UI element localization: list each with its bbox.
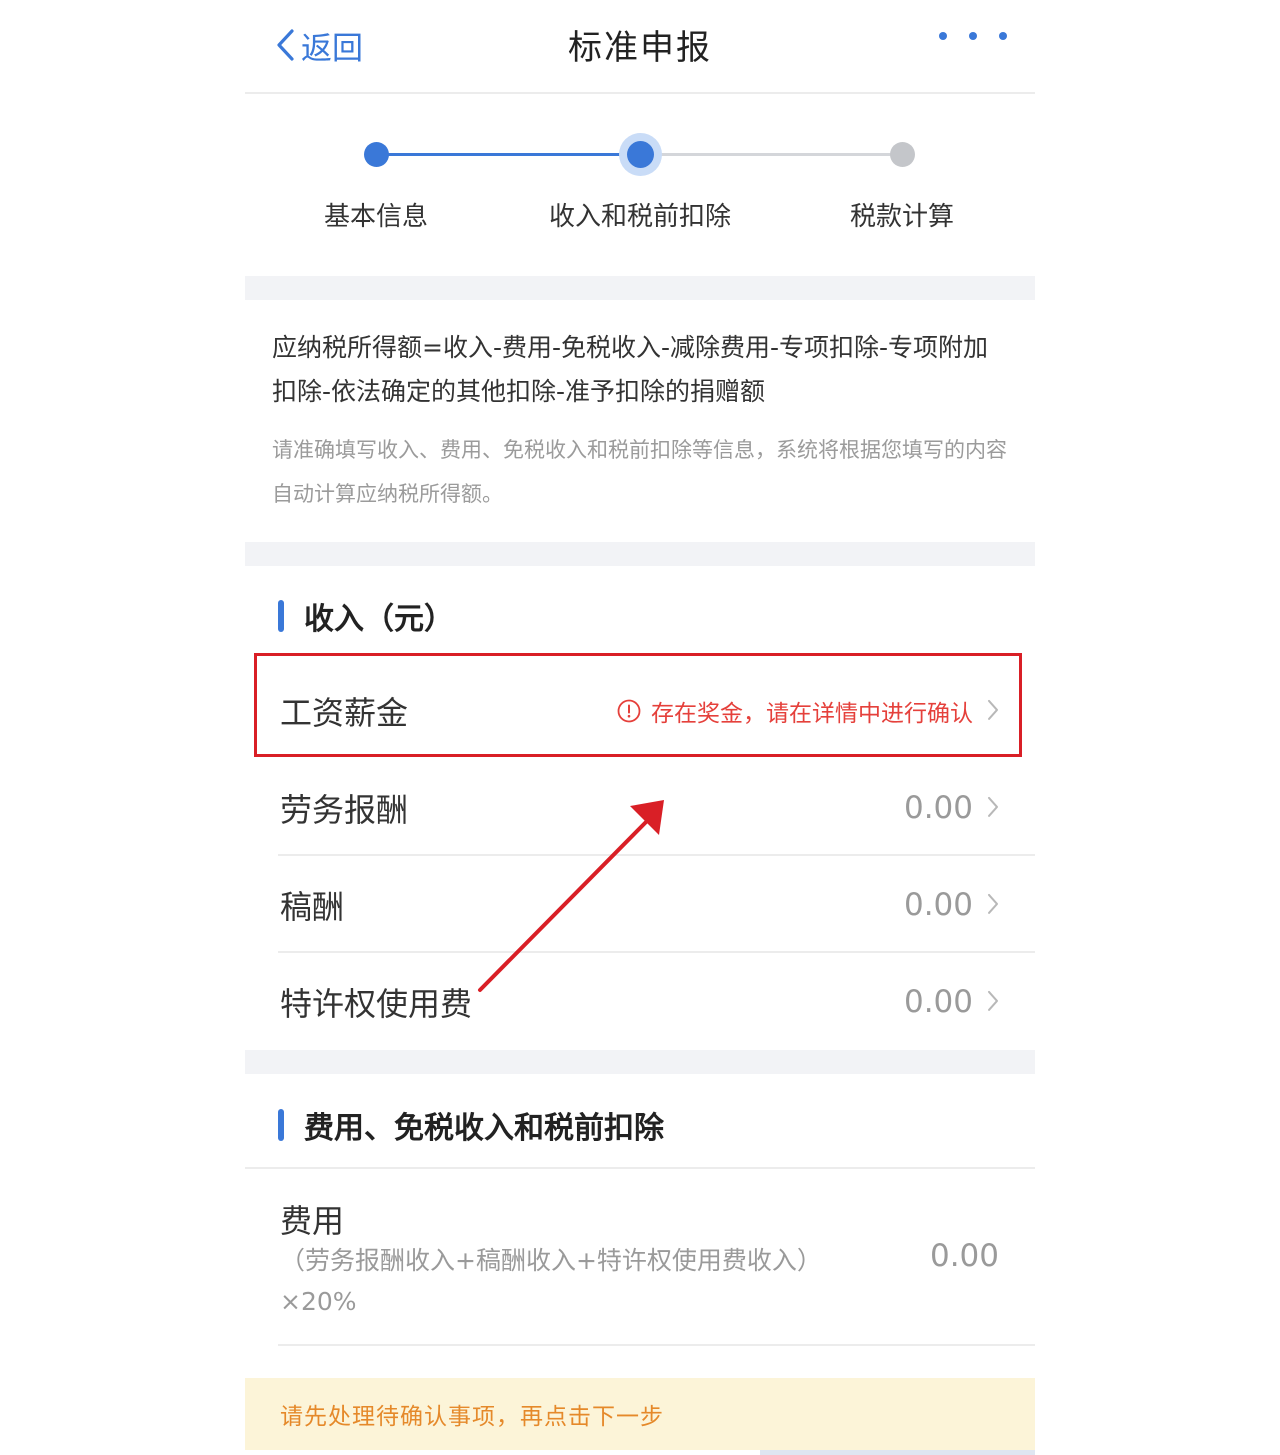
page-title: 标准申报: [568, 28, 712, 68]
income-section-label: 收入（元）: [304, 602, 454, 637]
step-dot-current: [627, 141, 654, 168]
more-dot-icon: [939, 32, 947, 40]
row-value: 0.00: [903, 790, 973, 826]
expense-formula-note: （劳务报酬收入+稿酬收入+特许权使用费收入）×20%: [280, 1246, 822, 1316]
section-gap: [245, 276, 1035, 300]
row-label: 特许权使用费: [280, 985, 473, 1023]
section-gap: [245, 542, 1035, 566]
step-dot-pending: [890, 142, 915, 167]
row-value: 0.00: [903, 887, 973, 923]
chevron-right-icon: [988, 893, 998, 914]
row-label: 稿酬: [280, 888, 345, 926]
expense-row[interactable]: 费用 （劳务报酬收入+稿酬收入+特许权使用费收入）×20% 0.00: [245, 1170, 1035, 1346]
section-marker: [278, 600, 284, 632]
deduction-section-title: 费用、免税收入和税前扣除: [278, 1103, 664, 1147]
step-line-done: [376, 153, 640, 156]
deduction-section-label: 费用、免税收入和税前扣除: [304, 1111, 664, 1146]
annotation-highlight-box: [254, 653, 1022, 757]
step-label-basic-info: 基本信息: [323, 202, 429, 232]
chevron-right-icon: [988, 796, 998, 817]
next-button-edge[interactable]: [760, 1450, 1035, 1455]
formula-note: 请准确填写收入、费用、免税收入和税前扣除等信息，系统将根据您填写的内容自动计算应…: [272, 438, 1007, 506]
step-label-tax-calc: 税款计算: [849, 202, 955, 232]
income-row-royalty-writing[interactable]: 稿酬 0.00: [278, 857, 1035, 953]
more-dot-icon: [969, 32, 977, 40]
chevron-right-icon: [988, 990, 998, 1011]
section-divider: [245, 1167, 1035, 1169]
income-row-franchise[interactable]: 特许权使用费 0.00: [278, 954, 1035, 1050]
formula-text: 应纳税所得额=收入-费用-免税收入-减除费用-专项扣除-专项附加扣除-依法确定的…: [272, 333, 989, 406]
row-divider: [278, 1344, 1035, 1346]
banner-text: 请先处理待确认事项，再点击下一步: [280, 1404, 664, 1430]
progress-steps: 基本信息 收入和税前扣除 税款计算: [245, 94, 1035, 276]
more-menu-button[interactable]: [939, 26, 1007, 46]
income-row-labor[interactable]: 劳务报酬 0.00: [278, 760, 1035, 856]
expense-value: 0.00: [929, 1238, 999, 1274]
expense-label: 费用: [280, 1202, 345, 1240]
step-label-income: 收入和税前扣除: [548, 202, 732, 232]
row-value: 0.00: [903, 984, 973, 1020]
section-marker: [278, 1109, 284, 1141]
row-divider: [278, 951, 1035, 953]
phone-screen: 返回 标准申报 基本信息 收入和税前扣除 税款计算 应纳税所得额=收入-费用-免…: [245, 0, 1035, 1455]
row-label: 劳务报酬: [280, 791, 409, 829]
step-line-pending: [640, 153, 902, 156]
row-divider: [278, 854, 1035, 856]
step-dot-done: [364, 142, 389, 167]
section-gap: [245, 1050, 1035, 1074]
nav-header: 返回 标准申报: [245, 0, 1035, 94]
pending-notice-banner: 请先处理待确认事项，再点击下一步: [245, 1378, 1035, 1450]
more-dot-icon: [999, 32, 1007, 40]
income-section-title: 收入（元）: [278, 594, 454, 638]
